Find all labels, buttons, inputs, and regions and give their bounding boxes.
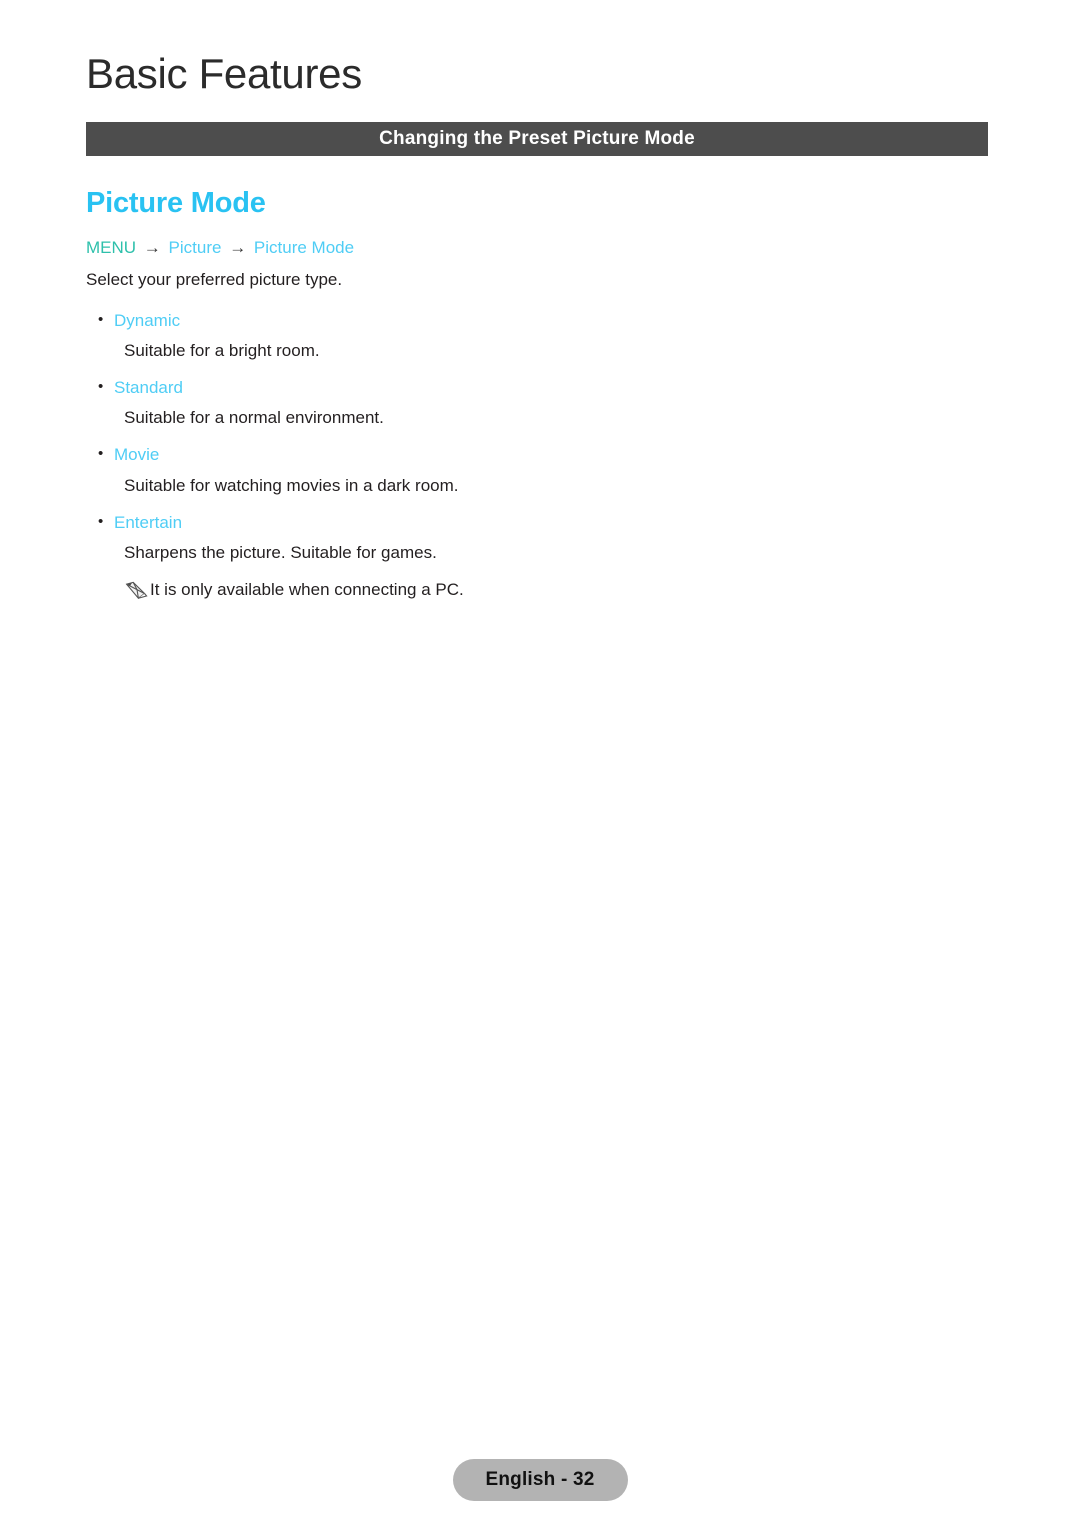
content-column: Picture Mode MENU → Picture → Picture Mo…: [86, 186, 988, 610]
menu-path-node-picture: Picture: [168, 237, 222, 257]
page-number-badge: English - 32: [452, 1459, 628, 1501]
section-header-band: Changing the Preset Picture Mode: [86, 122, 988, 156]
option-description-movie: Suitable for watching movies in a dark r…: [124, 475, 459, 495]
option-row-entertain: • Entertain: [86, 509, 988, 536]
option-row-dynamic: • Dynamic: [86, 307, 988, 334]
bullet-icon: •: [98, 378, 104, 396]
arrow-right-icon: →: [143, 237, 161, 257]
note-row: It is only available when connecting a P…: [86, 576, 988, 603]
list-item: • Movie Suitable for watching movies in …: [86, 441, 988, 498]
picture-mode-option-list: • Dynamic Suitable for a bright room. • …: [86, 307, 988, 604]
chapter-title: Basic Features: [86, 50, 362, 97]
list-item: • Entertain Sharpens the picture. Suitab…: [86, 509, 988, 604]
intro-text: Select your preferred picture type.: [86, 270, 343, 290]
option-description-dynamic: Suitable for a bright room.: [124, 340, 320, 360]
bullet-icon: •: [98, 512, 104, 530]
list-item: • Dynamic Suitable for a bright room.: [86, 307, 988, 364]
option-name-standard: Standard: [114, 378, 183, 398]
menu-path-node-picture-mode: Picture Mode: [253, 237, 355, 257]
note-text: It is only available when connecting a P…: [150, 580, 464, 600]
bullet-icon: •: [98, 310, 104, 328]
page-footer: English - 32: [0, 1459, 1080, 1501]
option-description-entertain: Sharpens the picture. Suitable for games…: [124, 542, 437, 562]
option-row-standard: • Standard: [86, 374, 988, 401]
page-number-label: English - 32: [485, 1469, 595, 1490]
list-item: • Standard Suitable for a normal environ…: [86, 374, 988, 431]
section-header-title: Changing the Preset Picture Mode: [379, 128, 695, 149]
arrow-right-icon: →: [229, 237, 247, 257]
option-description-standard: Suitable for a normal environment.: [124, 408, 384, 428]
menu-path-root: MENU: [86, 237, 137, 257]
pencil-note-icon: [124, 581, 150, 603]
option-name-entertain: Entertain: [114, 512, 183, 532]
bullet-icon: •: [98, 445, 104, 463]
menu-path-breadcrumb: MENU → Picture → Picture Mode: [86, 235, 988, 261]
option-name-dynamic: Dynamic: [114, 310, 181, 330]
feature-heading: Picture Mode: [86, 187, 266, 219]
option-row-movie: • Movie: [86, 441, 988, 468]
manual-page: Basic Features Changing the Preset Pictu…: [0, 0, 1080, 1534]
option-name-movie: Movie: [114, 445, 160, 465]
